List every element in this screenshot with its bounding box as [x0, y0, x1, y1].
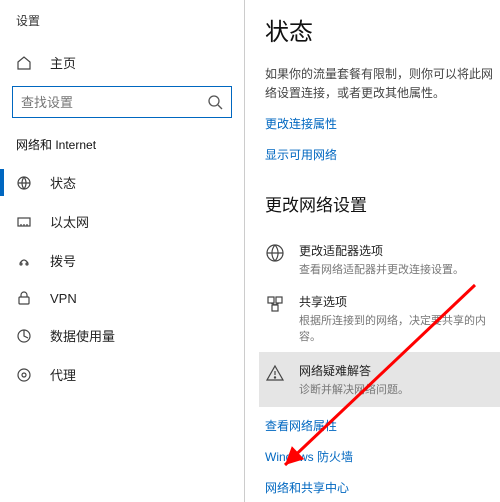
option-title: 共享选项 — [299, 293, 500, 310]
search-input-wrap[interactable] — [12, 86, 232, 118]
troubleshoot-icon — [265, 363, 285, 383]
home-label: 主页 — [50, 53, 76, 72]
sidebar-item-ethernet[interactable]: 以太网 — [0, 202, 244, 241]
sidebar-item-label: 状态 — [50, 173, 76, 192]
network-sharing-center-link[interactable]: 网络和共享中心 — [265, 479, 349, 496]
sidebar-item-dialup[interactable]: 拨号 — [0, 241, 244, 280]
sidebar-item-label: 以太网 — [50, 212, 89, 231]
change-connection-props-link[interactable]: 更改连接属性 — [265, 115, 337, 132]
sharing-icon — [265, 294, 285, 314]
search-icon — [207, 94, 223, 110]
option-subtitle: 根据所连接到的网络，决定要共享的内容。 — [299, 312, 500, 344]
view-network-props-link[interactable]: 查看网络属性 — [265, 417, 337, 434]
sidebar-item-proxy[interactable]: 代理 — [0, 355, 244, 394]
option-subtitle: 诊断并解决网络问题。 — [299, 381, 494, 397]
sidebar-item-data-usage[interactable]: 数据使用量 — [0, 316, 244, 355]
section-title: 更改网络设置 — [265, 191, 500, 216]
group-title: 网络和 Internet — [0, 130, 244, 163]
sidebar-item-label: 拨号 — [50, 251, 76, 270]
option-subtitle: 查看网络适配器并更改连接设置。 — [299, 261, 500, 277]
page-title: 状态 — [265, 12, 500, 47]
dialup-icon — [16, 253, 32, 269]
home-button[interactable]: 主页 — [0, 43, 244, 82]
adapter-icon — [265, 243, 285, 263]
vpn-icon — [16, 290, 32, 306]
sidebar-item-label: 数据使用量 — [50, 326, 115, 345]
search-input[interactable] — [21, 95, 207, 110]
option-sharing[interactable]: 共享选项 根据所连接到的网络，决定要共享的内容。 — [265, 285, 500, 352]
option-title: 网络疑难解答 — [299, 362, 494, 379]
sidebar-item-status[interactable]: 状态 — [0, 163, 244, 202]
status-icon — [16, 175, 32, 191]
option-title: 更改适配器选项 — [299, 242, 500, 259]
show-networks-link[interactable]: 显示可用网络 — [265, 146, 337, 163]
app-title: 设置 — [0, 12, 244, 43]
data-usage-icon — [16, 328, 32, 344]
sidebar-item-label: 代理 — [50, 365, 76, 384]
home-icon — [16, 55, 32, 71]
proxy-icon — [16, 367, 32, 383]
status-description: 如果你的流量套餐有限制，则你可以将此网络设置连接，或者更改其他属性。 — [265, 65, 500, 103]
sidebar-item-label: VPN — [50, 291, 77, 306]
sidebar-item-vpn[interactable]: VPN — [0, 280, 244, 316]
ethernet-icon — [16, 214, 32, 230]
option-troubleshoot[interactable]: 网络疑难解答 诊断并解决网络问题。 — [259, 352, 500, 407]
option-adapter[interactable]: 更改适配器选项 查看网络适配器并更改连接设置。 — [265, 234, 500, 285]
firewall-link[interactable]: Windows 防火墙 — [265, 448, 353, 465]
